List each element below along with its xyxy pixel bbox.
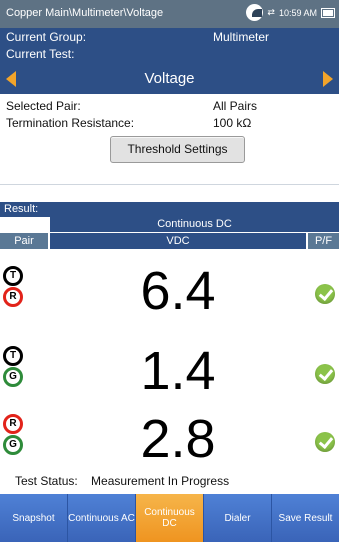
wire-ground-icon: G (3, 435, 23, 455)
dialer-button[interactable]: Dialer (204, 494, 272, 542)
pass-check-icon (315, 432, 335, 452)
battery-icon (321, 7, 335, 18)
signal-icon (246, 4, 264, 21)
termination-resistance-label: Termination Resistance: (6, 116, 135, 130)
current-test-label: Current Test: (6, 47, 75, 61)
result-label: Result: (4, 203, 39, 215)
threshold-settings-button[interactable]: Threshold Settings (110, 136, 245, 163)
wire-tip-icon: T (3, 266, 23, 286)
wire-tip-icon: T (3, 346, 23, 366)
current-test-value: Voltage (144, 70, 195, 87)
wire-ground-icon: G (3, 367, 23, 387)
test-selector: Voltage (0, 64, 339, 94)
sync-icon: ⇄ (267, 7, 275, 17)
pf-column-header: P/F (308, 233, 339, 249)
voltage-reading: 2.8 (140, 409, 216, 469)
test-status-label: Test Status: (15, 474, 78, 488)
pass-check-icon (315, 364, 335, 384)
title-bar: Copper Main\Multimeter\Voltage ⇄ 10:59 A… (0, 0, 339, 28)
wire-ring-icon: R (3, 414, 23, 434)
result-mode: Continuous DC (50, 217, 339, 232)
continuous-ac-button[interactable]: Continuous AC (68, 494, 136, 542)
result-column-header: Pair VDC P/F (0, 233, 339, 249)
voltage-reading: 1.4 (140, 341, 216, 401)
selected-pair-label: Selected Pair: (6, 99, 81, 113)
breadcrumb: Copper Main\Multimeter\Voltage (6, 7, 164, 19)
clock-time: 10:59 AM (278, 7, 317, 18)
test-status-value: Measurement In Progress (91, 474, 230, 488)
next-test-icon[interactable] (323, 71, 333, 87)
measurement-row: R G 2.8 (0, 402, 339, 482)
current-group-label: Current Group: (6, 30, 87, 44)
voltage-reading: 6.4 (140, 261, 216, 321)
snapshot-button[interactable]: Snapshot (0, 494, 68, 542)
termination-resistance-value[interactable]: 100 kΩ (213, 116, 251, 130)
status-area: ⇄ 10:59 AM (246, 4, 335, 21)
current-group-value: Multimeter (213, 30, 270, 44)
result-header: Result: (0, 202, 339, 217)
measurement-row: T R 6.4 (0, 254, 339, 334)
current-group-row: Current Group: Multimeter (0, 28, 339, 46)
test-status: Test Status: Measurement In Progress (15, 474, 229, 488)
wire-ring-icon: R (3, 287, 23, 307)
vdc-column-header: VDC (50, 233, 306, 249)
current-test-row: Current Test: (0, 46, 339, 64)
parameters-panel: Selected Pair: All Pairs Termination Res… (0, 94, 339, 185)
continuous-dc-button[interactable]: Continuous DC (136, 494, 204, 542)
bottom-toolbar: Snapshot Continuous AC Continuous DC Dia… (0, 494, 339, 542)
pass-check-icon (315, 284, 335, 304)
selected-pair-value[interactable]: All Pairs (213, 99, 257, 113)
pair-column-header: Pair (0, 233, 48, 249)
save-result-button[interactable]: Save Result (272, 494, 339, 542)
